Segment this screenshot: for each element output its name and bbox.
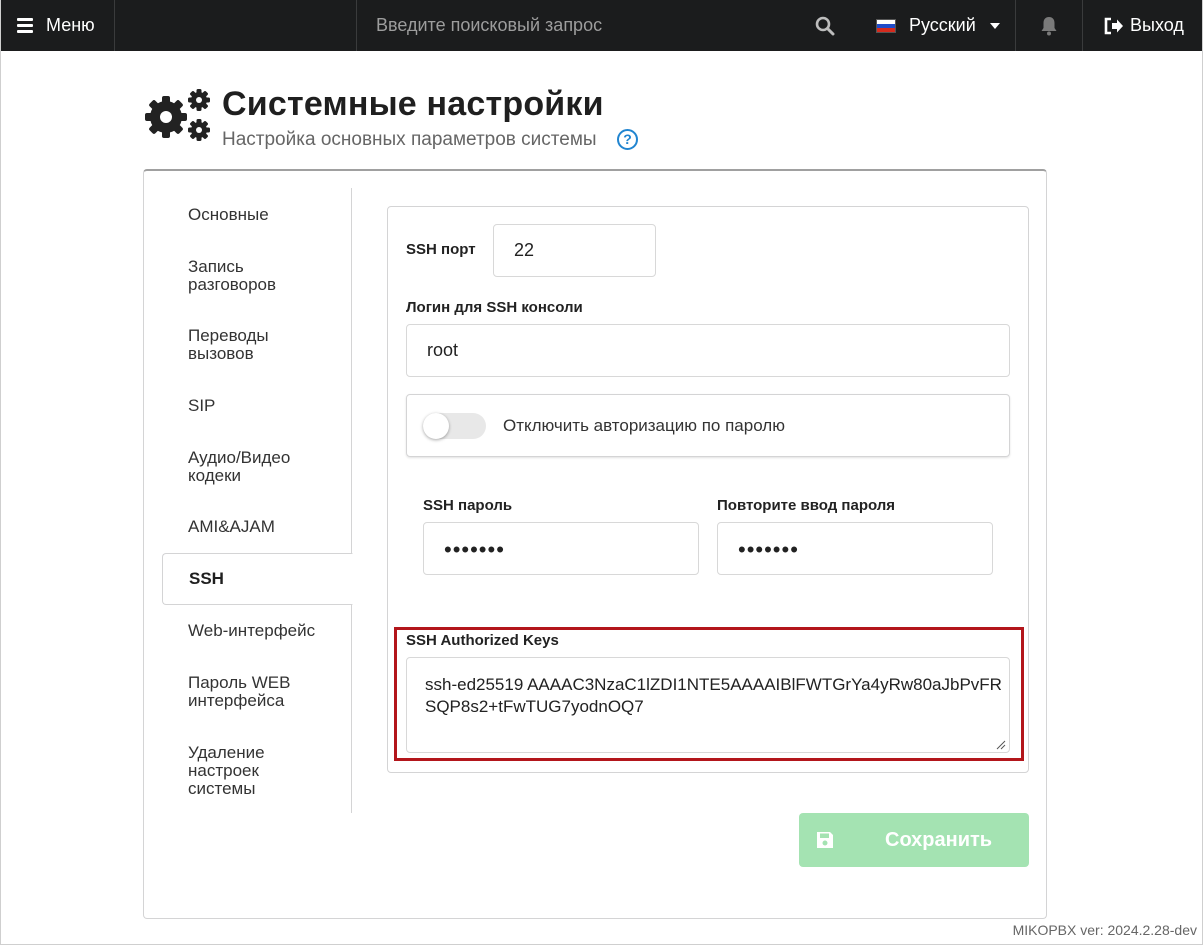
save-icon <box>817 832 833 848</box>
tab-sip[interactable]: SIP <box>162 397 352 415</box>
logout-button[interactable]: Выход <box>1084 0 1203 51</box>
tab-delete-settings[interactable]: Удаление настроек системы <box>162 744 282 798</box>
sign-out-icon <box>1104 17 1123 34</box>
hamburger-icon <box>17 15 33 36</box>
help-circle-icon[interactable]: ? <box>617 129 638 150</box>
ssh-port-input[interactable] <box>493 224 656 277</box>
menu-button[interactable]: Меню <box>0 0 115 51</box>
version-label: MIKOPBX ver: 2024.2.28-dev <box>1012 922 1197 938</box>
tab-call-transfers[interactable]: Переводы вызовов <box>162 327 312 363</box>
page-title: Системные настройки <box>222 85 604 123</box>
save-button-label: Сохранить <box>885 829 993 851</box>
resize-handle-icon[interactable] <box>996 740 1006 750</box>
authorized-keys-label: SSH Authorized Keys <box>406 632 559 649</box>
page-subtitle: Настройка основных параметров системы <box>222 129 597 150</box>
chevron-down-icon <box>989 22 1000 29</box>
save-button[interactable]: Сохранить <box>799 813 1029 867</box>
ssh-password-label: SSH пароль <box>423 497 513 514</box>
top-menu-bar: Меню Русский Выход <box>0 0 1203 51</box>
tab-call-recording[interactable]: Запись разговоров <box>162 258 312 294</box>
tab-ssh[interactable]: SSH <box>162 553 353 605</box>
language-dropdown[interactable]: Русский <box>856 0 1016 51</box>
toggle-knob[interactable] <box>423 413 449 439</box>
russia-flag-icon <box>876 18 896 33</box>
ssh-password-repeat-label: Повторите ввод пароля <box>717 497 896 514</box>
search-box <box>356 0 851 51</box>
search-icon[interactable] <box>815 16 835 36</box>
ssh-password-repeat-input[interactable] <box>717 522 993 575</box>
notifications-button[interactable] <box>1016 0 1083 51</box>
cogs-icon <box>145 89 210 141</box>
logout-label: Выход <box>1130 15 1184 35</box>
tab-ami-ajam[interactable]: AMI&AJAM <box>162 518 352 536</box>
tab-audio-video-codecs[interactable]: Аудио/Видео кодеки <box>162 449 312 485</box>
tab-general[interactable]: Основные <box>162 206 352 224</box>
tab-web-password[interactable]: Пароль WEB интерфейса <box>162 674 312 710</box>
authorized-keys-textarea[interactable]: ssh-ed25519 AAAAC3NzaC1lZDI1NTE5AAAAIBlF… <box>406 657 1010 753</box>
search-input[interactable] <box>357 0 797 51</box>
menu-label: Меню <box>46 15 95 35</box>
ssh-login-input[interactable] <box>406 324 1010 377</box>
ssh-login-label: Логин для SSH консоли <box>406 299 583 316</box>
disable-password-auth-label[interactable]: Отключить авторизацию по паролю <box>503 416 785 436</box>
ssh-password-input[interactable] <box>423 522 699 575</box>
tab-web-interface[interactable]: Web-интерфейс <box>162 622 352 640</box>
settings-tabs: Основные Запись разговоров Переводы вызо… <box>162 188 353 813</box>
bell-icon <box>1041 16 1057 35</box>
language-label: Русский <box>909 15 976 35</box>
ssh-port-label: SSH порт <box>406 241 476 258</box>
